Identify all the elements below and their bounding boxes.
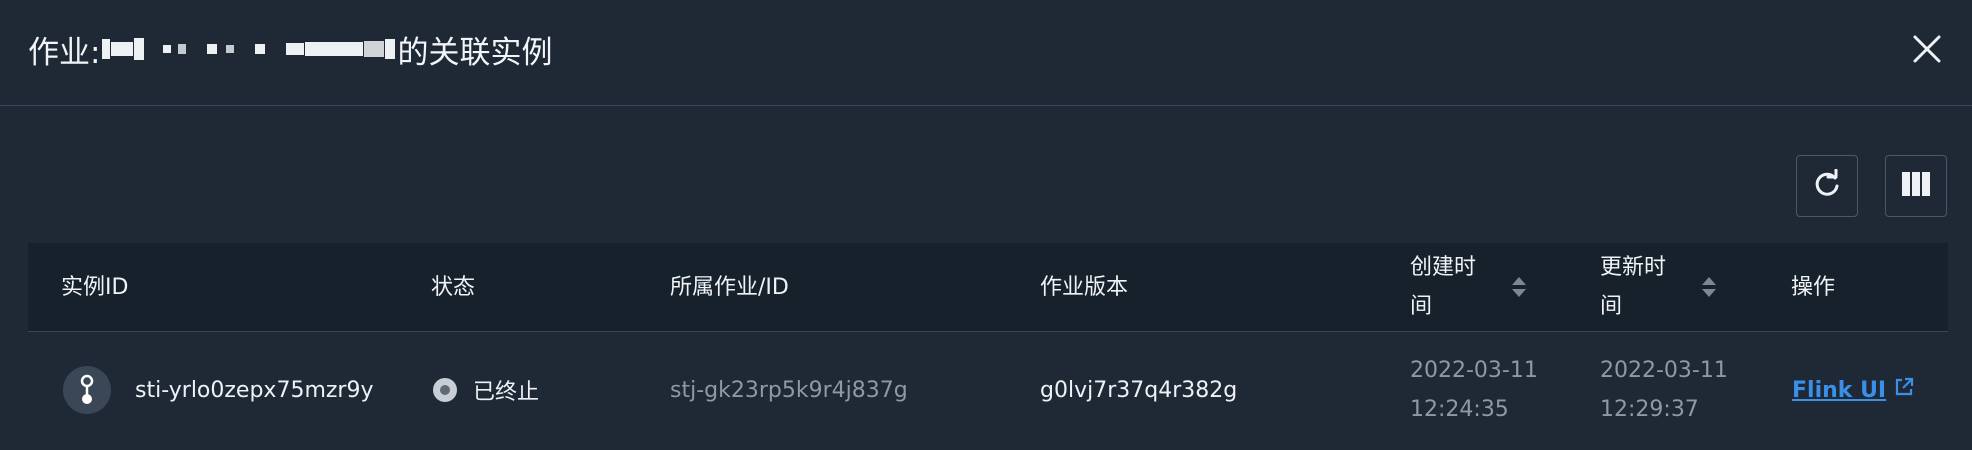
status-terminated-icon [433,378,457,402]
redacted-job-name [102,34,396,64]
header-actions: 操作 [1791,274,1836,300]
header-updated-line1: 更新时 [1600,255,1667,280]
sort-icon[interactable] [1701,275,1717,299]
external-link-icon [1894,377,1914,403]
refresh-button[interactable] [1796,155,1858,217]
table-header-row: 实例ID 状态 所属作业/ID 作业版本 创建时 间 更新时 间 操作 [28,243,1948,332]
header-job: 所属作业/ID [670,274,789,300]
instance-id[interactable]: sti-yrlo0zepx75mzr9y [135,378,374,403]
header-status: 状态 [431,274,476,300]
instances-table: 实例ID 状态 所属作业/ID 作业版本 创建时 间 更新时 间 操作 sti-… [28,243,1948,448]
cell-created-time: 2022-03-11 12:24:35 [1410,332,1538,448]
dialog-header: 作业: 的关联实例 [0,0,1972,106]
updated-date: 2022-03-11 [1600,358,1728,383]
column-settings-button[interactable] [1885,155,1947,217]
header-instance-id: 实例ID [61,274,129,300]
title-suffix: 的关联实例 [397,34,553,71]
header-created-time[interactable]: 创建时 间 [1410,243,1476,331]
dialog-title: 作业: 的关联实例 [28,26,552,72]
cell-updated-time: 2022-03-11 12:29:37 [1600,332,1728,448]
job-id[interactable]: stj-gk23rp5k9r4j837g [670,332,908,448]
instance-node-icon [63,366,111,414]
cell-status: 已终止 [433,332,539,448]
header-created-line1: 创建时 [1410,255,1477,280]
columns-icon [1901,171,1931,201]
header-version: 作业版本 [1040,274,1129,300]
flink-ui-link[interactable]: Flink UI [1792,377,1914,403]
updated-time: 12:29:37 [1600,397,1699,422]
header-updated-time[interactable]: 更新时 间 [1600,243,1666,331]
status-text: 已终止 [473,380,540,405]
close-icon[interactable] [1910,32,1944,66]
cell-instance-id: sti-yrlo0zepx75mzr9y [63,332,374,448]
created-time: 12:24:35 [1410,397,1509,422]
sort-icon[interactable] [1511,275,1527,299]
created-date: 2022-03-11 [1410,358,1538,383]
refresh-icon [1812,168,1842,203]
header-created-line2: 间 [1410,294,1433,319]
title-prefix: 作业: [28,34,101,71]
flink-ui-label: Flink UI [1792,377,1887,403]
related-instances-dialog: 作业: 的关联实例 实例ID 状态 所属作业/ID 作业版本 创建时 间 更新时… [0,0,1972,450]
job-version: g0lvj7r37q4r382g [1040,377,1238,403]
header-updated-line2: 间 [1600,294,1623,319]
cell-actions: Flink UI [1792,332,1914,448]
table-row: sti-yrlo0zepx75mzr9y 已终止 stj-gk23rp5k9r4… [28,332,1948,448]
